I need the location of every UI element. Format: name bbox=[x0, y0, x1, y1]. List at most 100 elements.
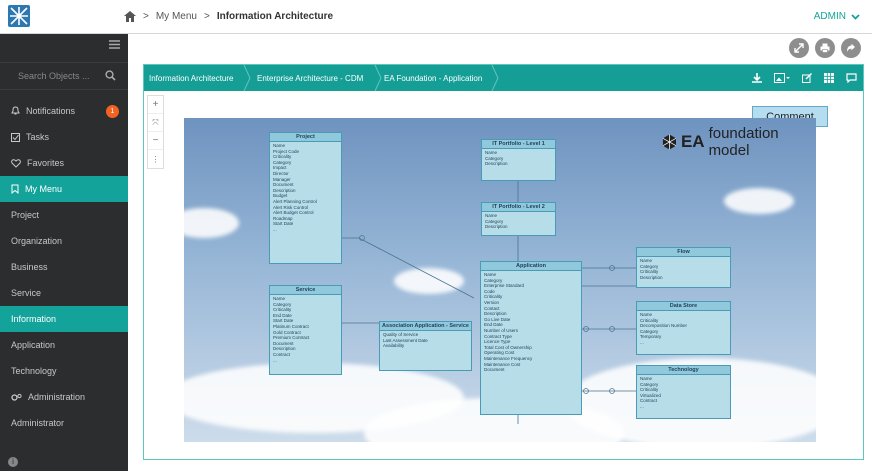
breadcrumb-current: Information Architecture bbox=[216, 11, 334, 22]
ea-cube-icon bbox=[662, 134, 677, 150]
sidebar-item-technology[interactable]: Technology bbox=[0, 358, 128, 384]
diagram-canvas[interactable]: EA foundation model Project Name Project C… bbox=[184, 118, 816, 442]
sidebar-item-label: Information bbox=[11, 314, 57, 324]
sidebar-item-label: Administration bbox=[28, 392, 86, 402]
sidebar-item-label: Technology bbox=[11, 366, 57, 376]
user-name: ADMIN bbox=[813, 11, 846, 22]
entity-title: IT Portfolio - Level 1 bbox=[482, 140, 555, 149]
zoom-in-icon[interactable]: + bbox=[148, 96, 163, 114]
notification-badge: 1 bbox=[106, 105, 119, 118]
entity-data-store[interactable]: Data Store Name Criticality Decomposition N… bbox=[636, 301, 731, 355]
hamburger-menu-icon[interactable] bbox=[109, 40, 120, 49]
entity-field: Description bbox=[485, 161, 508, 167]
sidebar-item-label: Service bbox=[11, 288, 42, 298]
entity-title: Flow bbox=[637, 248, 730, 257]
entity-field-list: Name Criticality Decomposition Number Categ… bbox=[637, 311, 730, 347]
entity-flow[interactable]: Flow Name Category Criticality Description bbox=[636, 247, 731, 288]
entity-title: Technology bbox=[637, 366, 730, 375]
entity-field-list: Name Category Enterprise Standard Code Criti… bbox=[481, 271, 581, 374]
checkbox-icon bbox=[11, 132, 20, 142]
entity-field-list: Name Category Criticality End Date Start Dat… bbox=[270, 295, 341, 364]
entity-field: ... bbox=[273, 357, 277, 363]
sidebar-item-label: Notifications bbox=[26, 106, 76, 116]
sidebar: Search Objects ... Notifications 1 Tasks… bbox=[0, 34, 128, 471]
share-button[interactable] bbox=[841, 38, 861, 58]
entity-title: Project bbox=[270, 133, 341, 142]
logo-brand: EA bbox=[680, 132, 705, 151]
entity-field-list: Name Project Code Criticality Category Impac… bbox=[270, 142, 341, 234]
sidebar-item-favorites[interactable]: Favorites bbox=[0, 150, 128, 176]
entity-title: Application bbox=[481, 262, 581, 271]
entity-technology[interactable]: Technology Name Category Criticality Virtual… bbox=[636, 365, 731, 419]
bell-icon bbox=[11, 106, 20, 115]
entity-service[interactable]: Service Name Category Criticality End Date St… bbox=[269, 285, 342, 375]
entity-field: ... bbox=[273, 226, 277, 232]
entity-field-list: Quality of Service Last Assessment Date Av… bbox=[380, 331, 471, 350]
sidebar-item-administration[interactable]: Administration bbox=[0, 384, 128, 410]
sidebar-item-information[interactable]: Information bbox=[0, 306, 128, 332]
search-placeholder: Search Objects ... bbox=[18, 71, 90, 81]
entity-application[interactable]: Application Name Category Enterprise Standa… bbox=[480, 261, 582, 415]
image-dropdown-icon[interactable] bbox=[774, 73, 790, 83]
logo-text: foundation model bbox=[708, 125, 779, 159]
print-icon bbox=[820, 43, 830, 53]
edit-icon[interactable] bbox=[802, 73, 812, 83]
entity-it-portfolio-level-2[interactable]: IT Portfolio - Level 2 Name Category Descri… bbox=[481, 202, 556, 236]
diagram-panel: Information Architecture Enterprise Arch… bbox=[143, 64, 864, 460]
search-icon[interactable] bbox=[105, 70, 116, 81]
grid-icon[interactable] bbox=[824, 73, 834, 83]
bookmark-icon bbox=[11, 184, 19, 194]
sidebar-item-administrator[interactable]: Administrator bbox=[0, 410, 128, 436]
sidebar-item-notifications[interactable]: Notifications 1 bbox=[0, 98, 128, 124]
sidebar-item-label: Administrator bbox=[11, 418, 65, 428]
entity-field-list: Name Category Criticality Description bbox=[637, 257, 730, 281]
app-logo[interactable] bbox=[8, 5, 30, 27]
zoom-out-icon[interactable]: − bbox=[148, 132, 163, 150]
entity-association-application-service[interactable]: Association Application - Service Quality… bbox=[379, 321, 472, 371]
app: > My Menu > Information Architecture ADM… bbox=[0, 0, 872, 471]
panel-breadcrumb-item[interactable]: EA Foundation - Application bbox=[384, 65, 482, 91]
comment-icon[interactable] bbox=[846, 73, 857, 83]
entity-field: Description bbox=[485, 224, 508, 230]
zoom-controls: + ⤧ − ⋮ bbox=[147, 95, 164, 169]
entity-field-list: Name Category Description bbox=[482, 149, 555, 168]
sidebar-item-organization[interactable]: Organization bbox=[0, 228, 128, 254]
sidebar-item-application[interactable]: Application bbox=[0, 332, 128, 358]
fit-screen-icon[interactable]: ⤧ bbox=[148, 114, 163, 132]
top-bar: > My Menu > Information Architecture ADM… bbox=[0, 0, 872, 34]
entity-field-list: Name Category Criticality Virtualized Contra… bbox=[637, 375, 730, 411]
panel-header: Information Architecture Enterprise Arch… bbox=[144, 65, 863, 91]
panel-breadcrumb-item[interactable]: Enterprise Architecture - CDM bbox=[257, 65, 363, 91]
sidebar-item-project[interactable]: Project bbox=[0, 202, 128, 228]
sidebar-item-label: Business bbox=[11, 262, 48, 272]
sidebar-item-label: Favorites bbox=[27, 158, 65, 168]
entity-field: Availability bbox=[383, 343, 405, 349]
expand-icon bbox=[794, 43, 804, 53]
user-menu[interactable]: ADMIN bbox=[814, 11, 860, 22]
more-vertical-icon[interactable]: ⋮ bbox=[148, 150, 163, 168]
sidebar-item-label: Tasks bbox=[26, 132, 50, 142]
home-icon[interactable] bbox=[124, 11, 136, 22]
entity-field: ... bbox=[640, 339, 644, 345]
info-icon[interactable]: i bbox=[8, 457, 18, 467]
search-objects-input[interactable]: Search Objects ... bbox=[0, 62, 128, 90]
sidebar-item-tasks[interactable]: Tasks bbox=[0, 124, 128, 150]
panel-toolbar bbox=[752, 65, 857, 91]
entity-project[interactable]: Project Name Project Code Criticality Catego… bbox=[269, 132, 342, 264]
main-content: Information Architecture Enterprise Arch… bbox=[128, 34, 872, 471]
breadcrumb-separator: > bbox=[143, 11, 149, 22]
breadcrumb: > My Menu > Information Architecture bbox=[124, 11, 333, 22]
breadcrumb-my-menu[interactable]: My Menu bbox=[156, 11, 197, 22]
sidebar-item-service[interactable]: Service bbox=[0, 280, 128, 306]
print-button[interactable] bbox=[815, 38, 835, 58]
gears-icon bbox=[11, 393, 22, 401]
download-icon[interactable] bbox=[752, 73, 762, 83]
entity-it-portfolio-level-1[interactable]: IT Portfolio - Level 1 Name Category Descri… bbox=[481, 139, 556, 181]
sidebar-item-label: Organization bbox=[11, 236, 63, 246]
sidebar-item-my-menu[interactable]: My Menu bbox=[0, 176, 128, 202]
expand-button[interactable] bbox=[789, 38, 809, 58]
panel-breadcrumb-item[interactable]: Information Architecture bbox=[149, 65, 233, 91]
entity-field: Description bbox=[640, 274, 663, 280]
sidebar-item-business[interactable]: Business bbox=[0, 254, 128, 280]
sidebar-item-label: Application bbox=[11, 340, 56, 350]
